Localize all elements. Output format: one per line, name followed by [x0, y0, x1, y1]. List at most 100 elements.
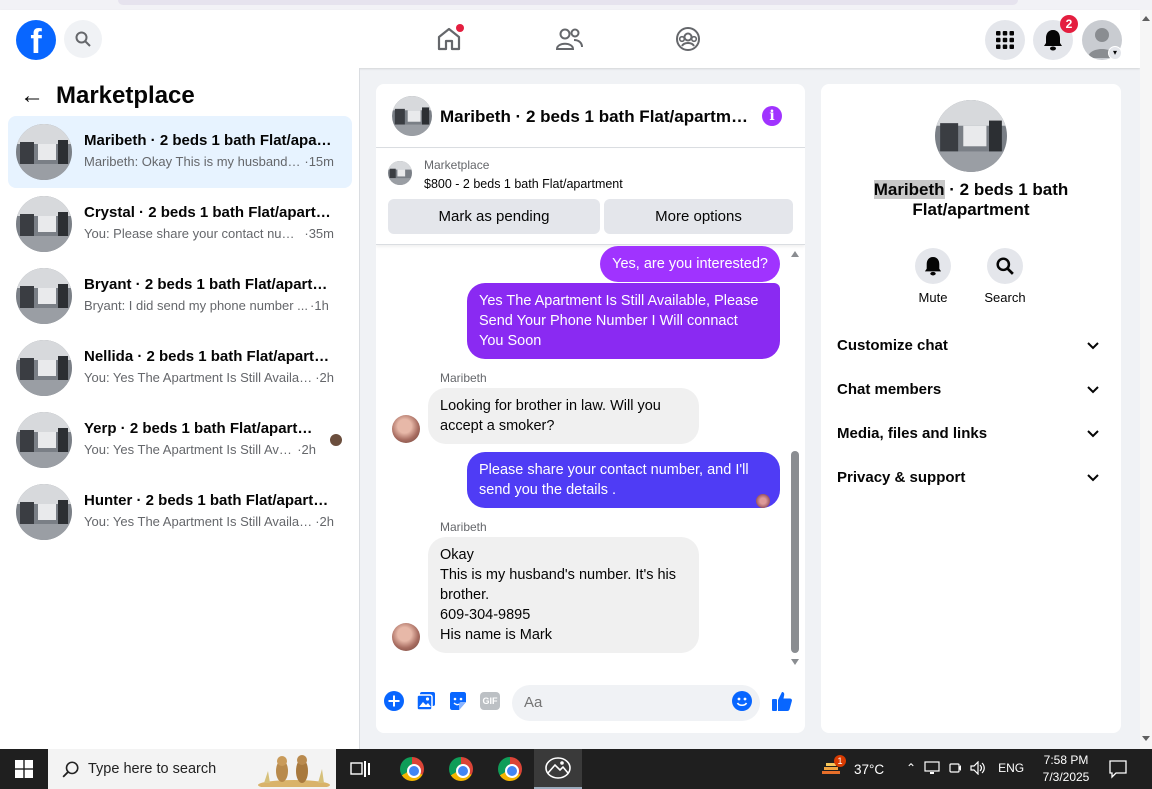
input-language[interactable]: ENG [998, 761, 1024, 775]
facebook-header: f 2 ▾ [0, 10, 1140, 68]
privacy-support-section[interactable]: Privacy & support [837, 460, 1105, 496]
conversation-name: Bryant · 2 beds 1 bath Flat/apartment [84, 276, 334, 293]
meerkat-search-art-icon [258, 755, 330, 787]
info-listing-avatar [935, 100, 1007, 172]
search-in-conversation-action[interactable]: Search [975, 248, 1035, 305]
sender-avatar[interactable] [392, 623, 420, 651]
gif-icon: GIF [480, 692, 500, 710]
conversation-name: Maribeth · 2 beds 1 bath Flat/apartment [84, 132, 334, 149]
send-like-button[interactable] [771, 690, 793, 712]
action-center-icon[interactable] [1108, 759, 1128, 779]
attach-photo-button[interactable] [415, 690, 437, 712]
chevron-down-icon[interactable]: ▾ [1108, 46, 1122, 60]
message-bubble-outgoing: Yes, are you interested? [600, 246, 780, 282]
page-scrollbar[interactable] [1140, 10, 1152, 749]
chat-window: Maribeth · 2 beds 1 bath Flat/apartment … [376, 84, 805, 733]
sticker-icon [450, 692, 466, 710]
weather-alert-badge: 1 [834, 755, 846, 767]
search-icon [996, 257, 1014, 275]
search-icon [62, 761, 79, 778]
sidebar-title: Marketplace [56, 82, 195, 109]
taskbar-search-placeholder: Type here to search [88, 761, 217, 777]
conversation-name: Nellida · 2 beds 1 bath Flat/apartment [84, 348, 334, 365]
mark-as-pending-button[interactable]: Mark as pending [388, 199, 600, 234]
weather-widget[interactable]: 1 37°C [820, 755, 885, 779]
taskbar-search-box[interactable]: Type here to search [48, 749, 336, 789]
conversation-preview: You: Yes The Apartment Is Still Availabl… [84, 370, 334, 385]
system-tray: ⌃ ENG [906, 761, 1024, 775]
customize-chat-section[interactable]: Customize chat [837, 328, 1105, 364]
scroll-down-arrow-icon[interactable] [1142, 736, 1150, 741]
chevron-down-icon [1087, 342, 1099, 350]
emoji-button[interactable] [731, 690, 753, 712]
search-label: Search [984, 290, 1026, 305]
conversation-item[interactable]: Nellida · 2 beds 1 bath Flat/apartment Y… [8, 332, 352, 404]
sticker-button[interactable] [447, 690, 469, 712]
conversation-preview: Maribeth: Okay This is my husband's numb… [84, 154, 334, 169]
groups-icon [676, 27, 700, 51]
weather-icon: 1 [820, 755, 846, 779]
listing-thumbnail [16, 484, 72, 540]
listing-thumbnail [16, 196, 72, 252]
meet-now-icon[interactable] [948, 761, 962, 775]
message-input[interactable] [512, 685, 760, 721]
temperature-readout: 37°C [854, 761, 885, 777]
conversation-item[interactable]: Crystal · 2 beds 1 bath Flat/apartment Y… [8, 188, 352, 260]
message-composer: GIF [376, 681, 805, 725]
chrome-window-1[interactable] [388, 749, 436, 789]
mute-action[interactable]: Mute [903, 248, 963, 305]
scroll-up-arrow-icon[interactable] [1142, 16, 1150, 21]
taskbar-clock[interactable]: 7:58 PM 7/3/2025 [1030, 752, 1102, 786]
marketplace-listing-bar: Marketplace $800 - 2 beds 1 bath Flat/ap… [376, 149, 805, 245]
facebook-logo[interactable]: f [16, 20, 56, 60]
conversation-preview: You: Please share your contact number, a… [84, 226, 334, 241]
mute-label: Mute [918, 290, 948, 305]
groups-nav-button[interactable] [673, 24, 703, 54]
chrome-icon [449, 757, 473, 781]
menu-button[interactable] [985, 20, 1025, 60]
conversation-item[interactable]: Hunter · 2 beds 1 bath Flat/apartment Yo… [8, 476, 352, 548]
scroll-thumb[interactable] [791, 451, 799, 653]
task-view-button[interactable] [336, 749, 384, 789]
message-bubble-incoming: Okay This is my husband's number. It's h… [428, 537, 699, 653]
chat-title[interactable]: Maribeth · 2 beds 1 bath Flat/apartment [440, 107, 750, 127]
media-files-links-section[interactable]: Media, files and links [837, 416, 1105, 452]
plus-circle-icon [384, 691, 404, 711]
info-icon[interactable]: i [762, 106, 782, 126]
selected-text-highlight: Maribeth [873, 180, 945, 199]
chat-scrollbar[interactable] [789, 245, 801, 669]
chevron-up-icon[interactable]: ⌃ [906, 761, 916, 775]
chat-listing-avatar[interactable] [392, 96, 432, 136]
chrome-window-3[interactable] [486, 749, 534, 789]
photos-app-window[interactable] [534, 749, 582, 789]
network-icon[interactable] [924, 761, 940, 775]
conversation-preview: You: Yes The Apartment Is Still Availabl… [84, 514, 334, 529]
scroll-down-arrow-icon[interactable] [791, 659, 799, 665]
browser-address-pill [118, 0, 1018, 5]
chat-members-section[interactable]: Chat members [837, 372, 1105, 408]
chevron-down-icon [1087, 386, 1099, 394]
message-list: Yes, are you interested? Yes The Apartme… [376, 245, 805, 669]
conversation-item[interactable]: Maribeth · 2 beds 1 bath Flat/apartment … [8, 116, 352, 188]
more-actions-button[interactable] [383, 690, 405, 712]
conversation-item[interactable]: Bryant · 2 beds 1 bath Flat/apartment Br… [8, 260, 352, 332]
listing-price-title[interactable]: $800 - 2 beds 1 bath Flat/apartment [424, 177, 623, 191]
gif-button[interactable]: GIF [479, 690, 501, 712]
scroll-up-arrow-icon[interactable] [791, 251, 799, 257]
chrome-window-2[interactable] [437, 749, 485, 789]
search-button[interactable] [64, 20, 102, 58]
bell-icon [1044, 30, 1062, 51]
volume-icon[interactable] [970, 761, 986, 775]
back-arrow-icon[interactable]: ← [20, 82, 46, 110]
start-button[interactable] [0, 749, 48, 789]
home-nav-button[interactable] [434, 24, 464, 54]
marketplace-inbox-sidebar: ← Marketplace Maribeth · 2 beds 1 bath F… [0, 68, 360, 749]
conversation-item[interactable]: Yerp · 2 beds 1 bath Flat/apartment You:… [8, 404, 352, 476]
conversation-name: Crystal · 2 beds 1 bath Flat/apartment [84, 204, 334, 221]
thumbs-up-icon [772, 692, 792, 711]
sender-avatar[interactable] [392, 415, 420, 443]
friends-nav-button[interactable] [554, 24, 584, 54]
more-options-button[interactable]: More options [604, 199, 793, 234]
marketplace-label: Marketplace [424, 158, 490, 172]
conversation-preview: Bryant: I did send my phone number ... ·1… [84, 298, 329, 313]
